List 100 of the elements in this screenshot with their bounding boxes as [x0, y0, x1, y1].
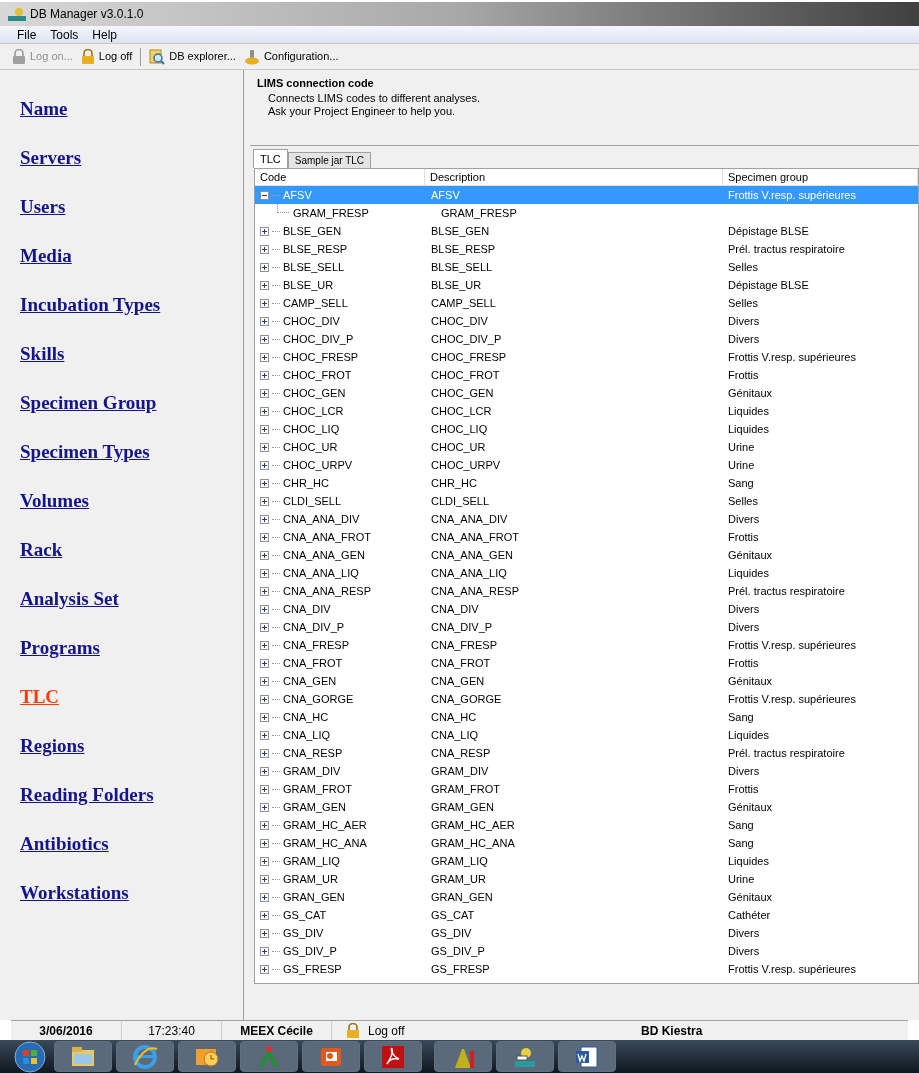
tree-row[interactable]: CHOC_FROT CHOC_FROT Frottis	[255, 366, 918, 384]
expand-icon[interactable]	[260, 964, 269, 974]
expand-icon[interactable]	[260, 622, 269, 632]
column-header[interactable]: Specimen group	[723, 169, 918, 185]
menu-item[interactable]: Help	[92, 25, 118, 44]
expand-icon[interactable]	[260, 334, 269, 344]
expand-icon[interactable]	[260, 874, 269, 884]
tree-row[interactable]: GS_DIV_P GS_DIV_P Divers	[255, 942, 918, 960]
toolbar-button[interactable]: DB explorer...	[149, 48, 236, 65]
expand-icon[interactable]	[260, 424, 269, 434]
tree-row[interactable]: BLSE_RESP BLSE_RESP Prél. tractus respiratoire	[255, 240, 918, 258]
tree-row[interactable]: CHR_HC CHR_HC Sang	[255, 474, 918, 492]
expand-icon[interactable]	[260, 298, 269, 308]
sidebar-link[interactable]: Regions	[20, 734, 85, 757]
tree-row[interactable]: CLDI_SELL CLDI_SELL Selles	[255, 492, 918, 510]
expand-icon[interactable]	[260, 766, 269, 776]
expand-icon[interactable]	[260, 352, 269, 362]
expand-icon[interactable]	[260, 568, 269, 578]
expand-icon[interactable]	[260, 478, 269, 488]
sidebar-link[interactable]: Specimen Group	[20, 391, 157, 414]
tree-row[interactable]: GS_FRESP GS_FRESP Frottis V.resp. supérieures	[255, 960, 918, 978]
taskbar-button[interactable]	[302, 1041, 360, 1072]
tree-row[interactable]: CNA_RESP CNA_RESP Prél. tractus respiratoire	[255, 744, 918, 762]
sidebar-link[interactable]: Skills	[20, 342, 65, 365]
tree-row[interactable]: CHOC_GEN CHOC_GEN Génitaux	[255, 384, 918, 402]
expand-icon[interactable]	[260, 820, 269, 830]
toolbar-button[interactable]: Log off	[80, 48, 133, 65]
tab[interactable]: TLC	[253, 149, 288, 168]
tree-row[interactable]: GRAM_UR GRAM_UR Urine	[255, 870, 918, 888]
taskbar-button[interactable]	[178, 1041, 236, 1072]
expand-icon[interactable]	[260, 280, 269, 290]
expand-icon[interactable]	[260, 658, 269, 668]
expand-icon[interactable]	[260, 262, 269, 272]
tree-row[interactable]: CNA_LIQ CNA_LIQ Liquides	[255, 726, 918, 744]
tree-row[interactable]: BLSE_UR BLSE_UR Dépistage BLSE	[255, 276, 918, 294]
tab[interactable]: Sample jar TLC	[287, 152, 372, 168]
taskbar-button[interactable]	[116, 1041, 174, 1072]
tree-row[interactable]: GRAM_HC_AER GRAM_HC_AER Sang	[255, 816, 918, 834]
tree-row[interactable]: BLSE_SELL BLSE_SELL Selles	[255, 258, 918, 276]
expand-icon[interactable]	[260, 460, 269, 470]
expand-icon[interactable]	[260, 748, 269, 758]
sidebar-link[interactable]: Media	[20, 244, 72, 267]
sidebar-link[interactable]: Antibiotics	[20, 832, 109, 855]
column-header[interactable]: Description	[425, 169, 723, 185]
sidebar-link[interactable]: Workstations	[20, 881, 129, 904]
menu-item[interactable]: Tools	[50, 25, 79, 44]
expand-icon[interactable]	[260, 676, 269, 686]
tree-row[interactable]: CNA_ANA_GEN CNA_ANA_GEN Génitaux	[255, 546, 918, 564]
expand-icon[interactable]	[260, 244, 269, 254]
sidebar-link[interactable]: Volumes	[20, 489, 89, 512]
tree-row[interactable]: BLSE_GEN BLSE_GEN Dépistage BLSE	[255, 222, 918, 240]
sidebar-link[interactable]: Analysis Set	[20, 587, 119, 610]
expand-icon[interactable]	[260, 784, 269, 794]
expand-icon[interactable]	[260, 442, 269, 452]
tree-row[interactable]: CNA_ANA_LIQ CNA_ANA_LIQ Liquides	[255, 564, 918, 582]
expand-icon[interactable]	[260, 550, 269, 560]
sidebar-link[interactable]: Incubation Types	[20, 293, 161, 316]
expand-icon[interactable]	[260, 496, 269, 506]
expand-icon[interactable]	[260, 604, 269, 614]
toolbar-button[interactable]: Configuration...	[243, 48, 339, 65]
column-header[interactable]: Code	[255, 169, 425, 185]
expand-icon[interactable]	[260, 928, 269, 938]
expand-icon[interactable]	[260, 370, 269, 380]
sidebar-link[interactable]: Specimen Types	[20, 440, 150, 463]
expand-icon[interactable]	[260, 946, 269, 956]
tree-row[interactable]: GRAN_GEN GRAN_GEN Génitaux	[255, 888, 918, 906]
tree-row[interactable]: CHOC_DIV_P CHOC_DIV_P Divers	[255, 330, 918, 348]
tree-row[interactable]: GS_DIV GS_DIV Divers	[255, 924, 918, 942]
tree-row[interactable]: CHOC_UR CHOC_UR Urine	[255, 438, 918, 456]
tree-row[interactable]: CNA_ANA_RESP CNA_ANA_RESP Prél. tractus respiratoire	[255, 582, 918, 600]
expand-icon[interactable]	[260, 910, 269, 920]
expand-icon[interactable]	[260, 388, 269, 398]
tree-row[interactable]: GRAM_HC_ANA GRAM_HC_ANA Sang	[255, 834, 918, 852]
tree-row[interactable]: CHOC_LCR CHOC_LCR Liquides	[255, 402, 918, 420]
tree-row[interactable]: GRAM_FROT GRAM_FROT Frottis	[255, 780, 918, 798]
expand-icon[interactable]	[260, 514, 269, 524]
expand-icon[interactable]	[260, 838, 269, 848]
sidebar-link[interactable]: Servers	[20, 146, 82, 169]
taskbar-button[interactable]	[496, 1041, 554, 1072]
tree-row[interactable]: CHOC_URPV CHOC_URPV Urine	[255, 456, 918, 474]
expand-icon[interactable]	[260, 226, 269, 236]
sidebar-link[interactable]: Name	[20, 97, 68, 120]
tree-row[interactable]: CNA_FRESP CNA_FRESP Frottis V.resp. supérieures	[255, 636, 918, 654]
expand-icon[interactable]	[260, 802, 269, 812]
tree-row[interactable]: CNA_ANA_FROT CNA_ANA_FROT Frottis	[255, 528, 918, 546]
tree-row[interactable]: CAMP_SELL CAMP_SELL Selles	[255, 294, 918, 312]
expand-icon[interactable]	[260, 856, 269, 866]
expand-icon[interactable]	[260, 712, 269, 722]
tree-row[interactable]: CNA_FROT CNA_FROT Frottis	[255, 654, 918, 672]
collapse-icon[interactable]	[260, 190, 269, 200]
tree-row[interactable]: GRAM_LIQ GRAM_LIQ Liquides	[255, 852, 918, 870]
tree-row[interactable]: GS_CAT GS_CAT Cathéter	[255, 906, 918, 924]
taskbar-button[interactable]	[364, 1041, 422, 1072]
tree-row[interactable]: CHOC_DIV CHOC_DIV Divers	[255, 312, 918, 330]
expand-icon[interactable]	[260, 406, 269, 416]
sidebar-link[interactable]: Users	[20, 195, 66, 218]
expand-icon[interactable]	[260, 694, 269, 704]
tree-row[interactable]: CNA_HC CNA_HC Sang	[255, 708, 918, 726]
sidebar-link[interactable]: Reading Folders	[20, 783, 154, 806]
tree-row[interactable]: CNA_GORGE CNA_GORGE Frottis V.resp. supérieures	[255, 690, 918, 708]
